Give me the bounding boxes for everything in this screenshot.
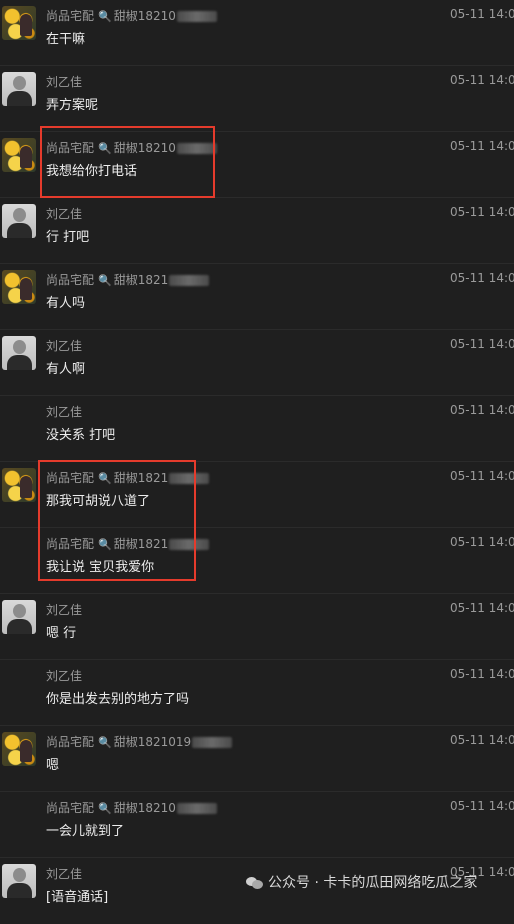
sender-name: 尚品宅配 bbox=[46, 9, 95, 23]
message-text: 有人啊 bbox=[46, 362, 86, 377]
sender-tag: 甜椒18210 bbox=[113, 9, 176, 23]
message-time: 05-11 14:0 bbox=[450, 337, 514, 351]
list-item[interactable]: 刘乙佳 05-11 14:0 有人啊 bbox=[0, 330, 514, 396]
list-item[interactable]: 刘乙佳 05-11 14:00 弄方案呢 bbox=[0, 66, 514, 132]
redacted-block bbox=[169, 275, 210, 286]
avatar[interactable] bbox=[2, 138, 36, 172]
search-icon: 🔍 bbox=[98, 10, 112, 23]
redacted-block bbox=[176, 803, 217, 814]
list-item[interactable]: 尚品宅配🔍甜椒18210 05-11 14:00 在干嘛 bbox=[0, 0, 514, 66]
sender-tag: 甜椒1821 bbox=[113, 273, 169, 287]
sender-name: 刘乙佳 bbox=[46, 669, 83, 683]
watermark: 公众号 · 卡卡的瓜田网络吃瓜之家 bbox=[246, 872, 477, 892]
message-text: 弄方案呢 bbox=[46, 98, 99, 113]
avatar[interactable] bbox=[2, 204, 36, 238]
message-time: 05-11 14:00 bbox=[450, 73, 514, 87]
message-text: 嗯 bbox=[46, 758, 60, 773]
sender-name: 刘乙佳 bbox=[46, 603, 83, 617]
message-time: 05-11 14:00 bbox=[450, 7, 514, 21]
message-text: 没关系 打吧 bbox=[46, 428, 116, 443]
list-item[interactable]: 刘乙佳 05-11 14:0 没关系 打吧 bbox=[0, 396, 514, 462]
list-item[interactable]: 刘乙佳 05-11 14:02 嗯 行 bbox=[0, 594, 514, 660]
sender-name: 尚品宅配 bbox=[46, 801, 95, 815]
avatar[interactable] bbox=[2, 600, 36, 634]
message-time: 05-11 14:0 bbox=[450, 205, 514, 219]
avatar[interactable] bbox=[2, 732, 36, 766]
message-time: 05-11 14:02 bbox=[450, 667, 514, 681]
avatar[interactable] bbox=[2, 864, 36, 898]
search-icon: 🔍 bbox=[98, 274, 112, 287]
message-text: 你是出发去别的地方了吗 bbox=[46, 692, 190, 707]
message-time: 05-11 14:04 bbox=[450, 799, 514, 813]
sender-name: 尚品宅配 bbox=[46, 273, 95, 287]
message-text: [语音通话] bbox=[46, 890, 109, 905]
list-item[interactable]: 刘乙佳 05-11 14:02 你是出发去别的地方了吗 bbox=[0, 660, 514, 726]
sender-name: 刘乙佳 bbox=[46, 75, 83, 89]
highlight-box bbox=[38, 460, 196, 581]
list-item[interactable]: 尚品宅配🔍甜椒1821019 05-11 14:04 嗯 bbox=[0, 726, 514, 792]
highlight-box bbox=[40, 126, 215, 198]
list-item[interactable]: 刘乙佳 05-11 14:0 行 打吧 bbox=[0, 198, 514, 264]
avatar[interactable] bbox=[2, 336, 36, 370]
message-time: 05-11 14:0 bbox=[450, 271, 514, 285]
sender-name: 刘乙佳 bbox=[46, 207, 83, 221]
search-icon: 🔍 bbox=[98, 736, 112, 749]
message-text: 有人吗 bbox=[46, 296, 86, 311]
wechat-icon bbox=[246, 876, 264, 890]
message-time: 05-11 14:02 bbox=[450, 535, 514, 549]
sender-name: 刘乙佳 bbox=[46, 867, 83, 881]
message-time: 05-11 14:04 bbox=[450, 733, 514, 747]
message-time: 05-11 14:02 bbox=[450, 469, 514, 483]
avatar[interactable] bbox=[2, 468, 36, 502]
sender-tag: 甜椒18210 bbox=[113, 801, 176, 815]
message-time: 05-11 14:0 bbox=[450, 403, 514, 417]
message-text: 嗯 行 bbox=[46, 626, 77, 641]
sender-name: 刘乙佳 bbox=[46, 405, 83, 419]
sender-name: 刘乙佳 bbox=[46, 339, 83, 353]
redacted-block bbox=[192, 737, 233, 748]
list-item[interactable]: 尚品宅配 🔍 甜椒1821 05-11 14:0 有人吗 bbox=[0, 264, 514, 330]
avatar[interactable] bbox=[2, 270, 36, 304]
message-text: 在干嘛 bbox=[46, 32, 86, 47]
message-text: 一会儿就到了 bbox=[46, 824, 125, 839]
sender-tag: 甜椒1821019 bbox=[113, 735, 192, 749]
search-icon: 🔍 bbox=[98, 802, 112, 815]
watermark-text: 公众号 · 卡卡的瓜田网络吃瓜之家 bbox=[268, 875, 478, 891]
message-time: 05-11 14:0 bbox=[450, 139, 514, 153]
avatar[interactable] bbox=[2, 72, 36, 106]
avatar[interactable] bbox=[2, 6, 36, 40]
sender-name: 尚品宅配 bbox=[46, 735, 95, 749]
message-text: 行 打吧 bbox=[46, 230, 90, 245]
list-item[interactable]: 尚品宅配🔍甜椒18210 05-11 14:04 一会儿就到了 bbox=[0, 792, 514, 858]
message-time: 05-11 14:02 bbox=[450, 601, 514, 615]
redacted-block bbox=[176, 11, 217, 22]
